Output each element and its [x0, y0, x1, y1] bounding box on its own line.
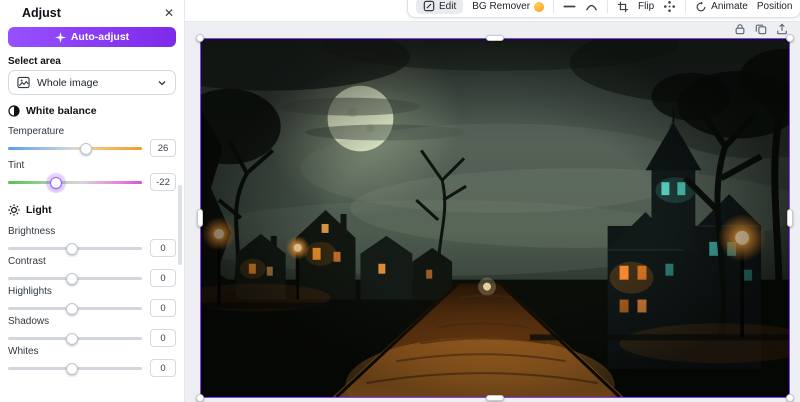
editor-workspace: Edit BG Remover Flip Animate Position: [185, 0, 800, 402]
slider-thumb[interactable]: [50, 176, 63, 189]
slider-value[interactable]: 0: [150, 299, 176, 317]
slider-value[interactable]: -22: [150, 173, 176, 191]
bg-remover-button[interactable]: BG Remover: [472, 0, 545, 14]
selection-handle-left[interactable]: [197, 209, 203, 227]
line-weight-button[interactable]: [563, 0, 576, 14]
slider-label: Contrast: [8, 256, 46, 267]
close-icon[interactable]: ✕: [164, 7, 174, 19]
animate-button[interactable]: Animate: [695, 0, 748, 14]
line-weight-icon: [563, 0, 576, 13]
selection-handle-bottom-right[interactable]: [786, 394, 794, 402]
sparkle-icon: [54, 31, 66, 43]
edit-icon: [423, 0, 435, 12]
contrast-slider-row: Contrast 0: [8, 256, 176, 288]
slider-value[interactable]: 0: [150, 359, 176, 377]
slider-thumb[interactable]: [66, 272, 79, 285]
select-area-dropdown[interactable]: Whole image: [8, 70, 176, 95]
curve-button[interactable]: [585, 0, 598, 14]
select-area-value: Whole image: [37, 76, 99, 89]
slider-label: Tint: [8, 160, 25, 171]
slider-track[interactable]: [8, 147, 142, 150]
slider-value[interactable]: 0: [150, 269, 176, 287]
slider-thumb[interactable]: [66, 242, 79, 255]
haunted-street-image[interactable]: [201, 39, 789, 397]
flip-button[interactable]: Flip: [638, 0, 654, 14]
curve-icon: [585, 0, 598, 13]
auto-adjust-label: Auto-adjust: [70, 31, 130, 43]
selection-handle-right[interactable]: [787, 209, 793, 227]
selection-handle-top[interactable]: [486, 35, 504, 41]
slider-label: Shadows: [8, 316, 50, 327]
slider-value[interactable]: 0: [150, 239, 176, 257]
pro-badge-icon: [534, 1, 545, 12]
crop-button[interactable]: [617, 0, 629, 14]
slider-track[interactable]: [8, 181, 142, 184]
chevron-down-icon: [157, 78, 167, 88]
slider-label: Whites: [8, 346, 39, 357]
temperature-slider-row: Temperature 26: [8, 126, 176, 158]
select-area-label: Select area: [8, 56, 61, 67]
toolbar-divider: [607, 0, 609, 13]
edit-button[interactable]: Edit: [416, 0, 464, 14]
auto-adjust-button[interactable]: Auto-adjust: [8, 27, 176, 47]
slider-thumb[interactable]: [66, 362, 79, 375]
slider-label: Brightness: [8, 226, 56, 237]
white-balance-icon: [8, 105, 20, 117]
selection-handle-bottom-left[interactable]: [196, 394, 204, 402]
sidebar-scrollbar[interactable]: [178, 185, 182, 265]
crop-icon: [617, 1, 629, 13]
image-icon: [17, 76, 30, 89]
highlights-slider-row: Highlights 0: [8, 286, 176, 318]
tint-slider-row: Tint -22: [8, 160, 176, 192]
position-button[interactable]: Position: [757, 0, 793, 14]
light-section: Light: [8, 204, 52, 216]
top-strip: Edit BG Remover Flip Animate Position: [185, 0, 800, 22]
toolbar-divider: [685, 0, 687, 13]
slider-value[interactable]: 0: [150, 329, 176, 347]
shadows-slider-row: Shadows 0: [8, 316, 176, 348]
slider-label: Highlights: [8, 286, 52, 297]
slider-thumb[interactable]: [79, 142, 92, 155]
effects-button[interactable]: [663, 0, 676, 14]
white-balance-section: White balance: [8, 105, 97, 117]
slider-value[interactable]: 26: [150, 139, 176, 157]
lock-icon[interactable]: [734, 23, 746, 38]
brightness-slider-row: Brightness 0: [8, 226, 176, 258]
selection-handle-bottom[interactable]: [486, 395, 504, 401]
duplicate-icon[interactable]: [755, 23, 767, 38]
photo-editor-app: Adjust ✕ Auto-adjust Select area Whole i…: [0, 0, 800, 402]
selection-handle-top-right[interactable]: [786, 34, 794, 42]
toolbar-divider: [553, 0, 555, 13]
adjust-panel: Adjust ✕ Auto-adjust Select area Whole i…: [0, 0, 185, 402]
slider-thumb[interactable]: [66, 332, 79, 345]
effects-dots-icon: [663, 0, 676, 13]
sun-icon: [8, 204, 20, 216]
slider-thumb[interactable]: [66, 302, 79, 315]
whites-slider-row: Whites 0: [8, 346, 176, 378]
slider-label: Temperature: [8, 126, 65, 137]
canvas-action-icons: [734, 23, 788, 38]
selection-handle-top-left[interactable]: [196, 34, 204, 42]
panel-title: Adjust: [22, 6, 61, 20]
selected-image-frame[interactable]: [196, 34, 794, 402]
animate-icon: [695, 1, 707, 13]
context-toolbar: Edit BG Remover Flip Animate Position: [407, 0, 800, 18]
